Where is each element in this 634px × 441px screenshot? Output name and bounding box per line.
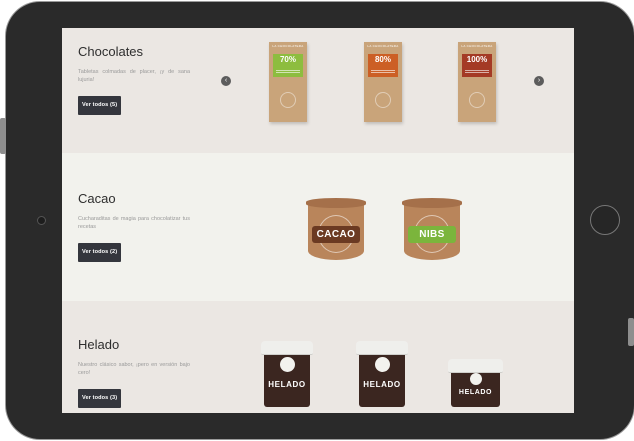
section-cacao: Cacao Cucharaditas de magia para chocola…	[62, 153, 574, 301]
product-card[interactable]: HELADO	[448, 359, 503, 407]
product-label: CACAO	[312, 226, 360, 243]
section-title: Cacao	[78, 191, 116, 206]
section-description: Cucharaditas de magia para chocolatizar …	[78, 216, 190, 230]
section-chocolates: Chocolates Tabletas colmadas de placer, …	[62, 28, 574, 153]
chevron-left-icon[interactable]: ‹	[221, 76, 231, 86]
cocoa-pod-icon	[375, 357, 390, 372]
product-brand: LA CHOCOLATERA	[272, 44, 304, 48]
camera-icon	[37, 216, 46, 225]
section-title: Chocolates	[78, 44, 144, 59]
tub-lid	[448, 359, 503, 373]
product-stripe	[462, 69, 492, 77]
product-label: HELADO	[268, 380, 306, 389]
tin-lid	[402, 198, 462, 208]
product-card[interactable]: CACAO	[306, 198, 366, 260]
section-title: Helado	[78, 337, 120, 352]
tin-lid	[306, 198, 366, 208]
section-helado: Helado Nuestro clásico sabor, ¡pero en v…	[62, 301, 574, 413]
product-label: 70%	[273, 54, 303, 69]
home-button[interactable]	[590, 205, 620, 235]
product-brand: LA CHOCOLATERA	[461, 44, 493, 48]
seal-icon	[469, 92, 485, 108]
product-card[interactable]: HELADO	[261, 341, 313, 407]
seal-icon	[375, 92, 391, 108]
view-all-button[interactable]: Ver todos (3)	[78, 389, 122, 408]
product-card[interactable]: LA CHOCOLATERA 70%	[269, 42, 307, 122]
tub-lid	[356, 341, 408, 355]
cocoa-pod-icon	[280, 357, 295, 372]
seal-icon	[280, 92, 296, 108]
product-card[interactable]: LA CHOCOLATERA 100%	[458, 42, 496, 122]
view-all-button[interactable]: Ver todos (5)	[78, 96, 122, 115]
view-all-button[interactable]: Ver todos (2)	[78, 243, 122, 262]
product-card[interactable]: HELADO	[356, 341, 408, 407]
product-card[interactable]: LA CHOCOLATERA 80%	[364, 42, 402, 122]
tub-lid	[261, 341, 313, 355]
product-label: NIBS	[408, 226, 456, 243]
section-description: Tabletas colmadas de placer, ¡y de sana …	[78, 69, 190, 83]
product-stripe	[273, 69, 303, 77]
product-label: 100%	[462, 54, 492, 69]
product-label: HELADO	[363, 380, 401, 389]
product-label: 80%	[368, 54, 398, 69]
product-stripe	[368, 69, 398, 77]
screen: Chocolates Tabletas colmadas de placer, …	[62, 28, 574, 413]
chevron-right-icon[interactable]: ›	[534, 76, 544, 86]
power-button	[628, 318, 634, 346]
volume-button	[0, 118, 6, 154]
product-card[interactable]: NIBS	[402, 198, 462, 260]
product-label: HELADO	[458, 389, 493, 396]
cocoa-pod-icon	[469, 373, 482, 385]
section-description: Nuestro clásico sabor, ¡pero en versión …	[78, 362, 190, 376]
product-brand: LA CHOCOLATERA	[367, 44, 399, 48]
